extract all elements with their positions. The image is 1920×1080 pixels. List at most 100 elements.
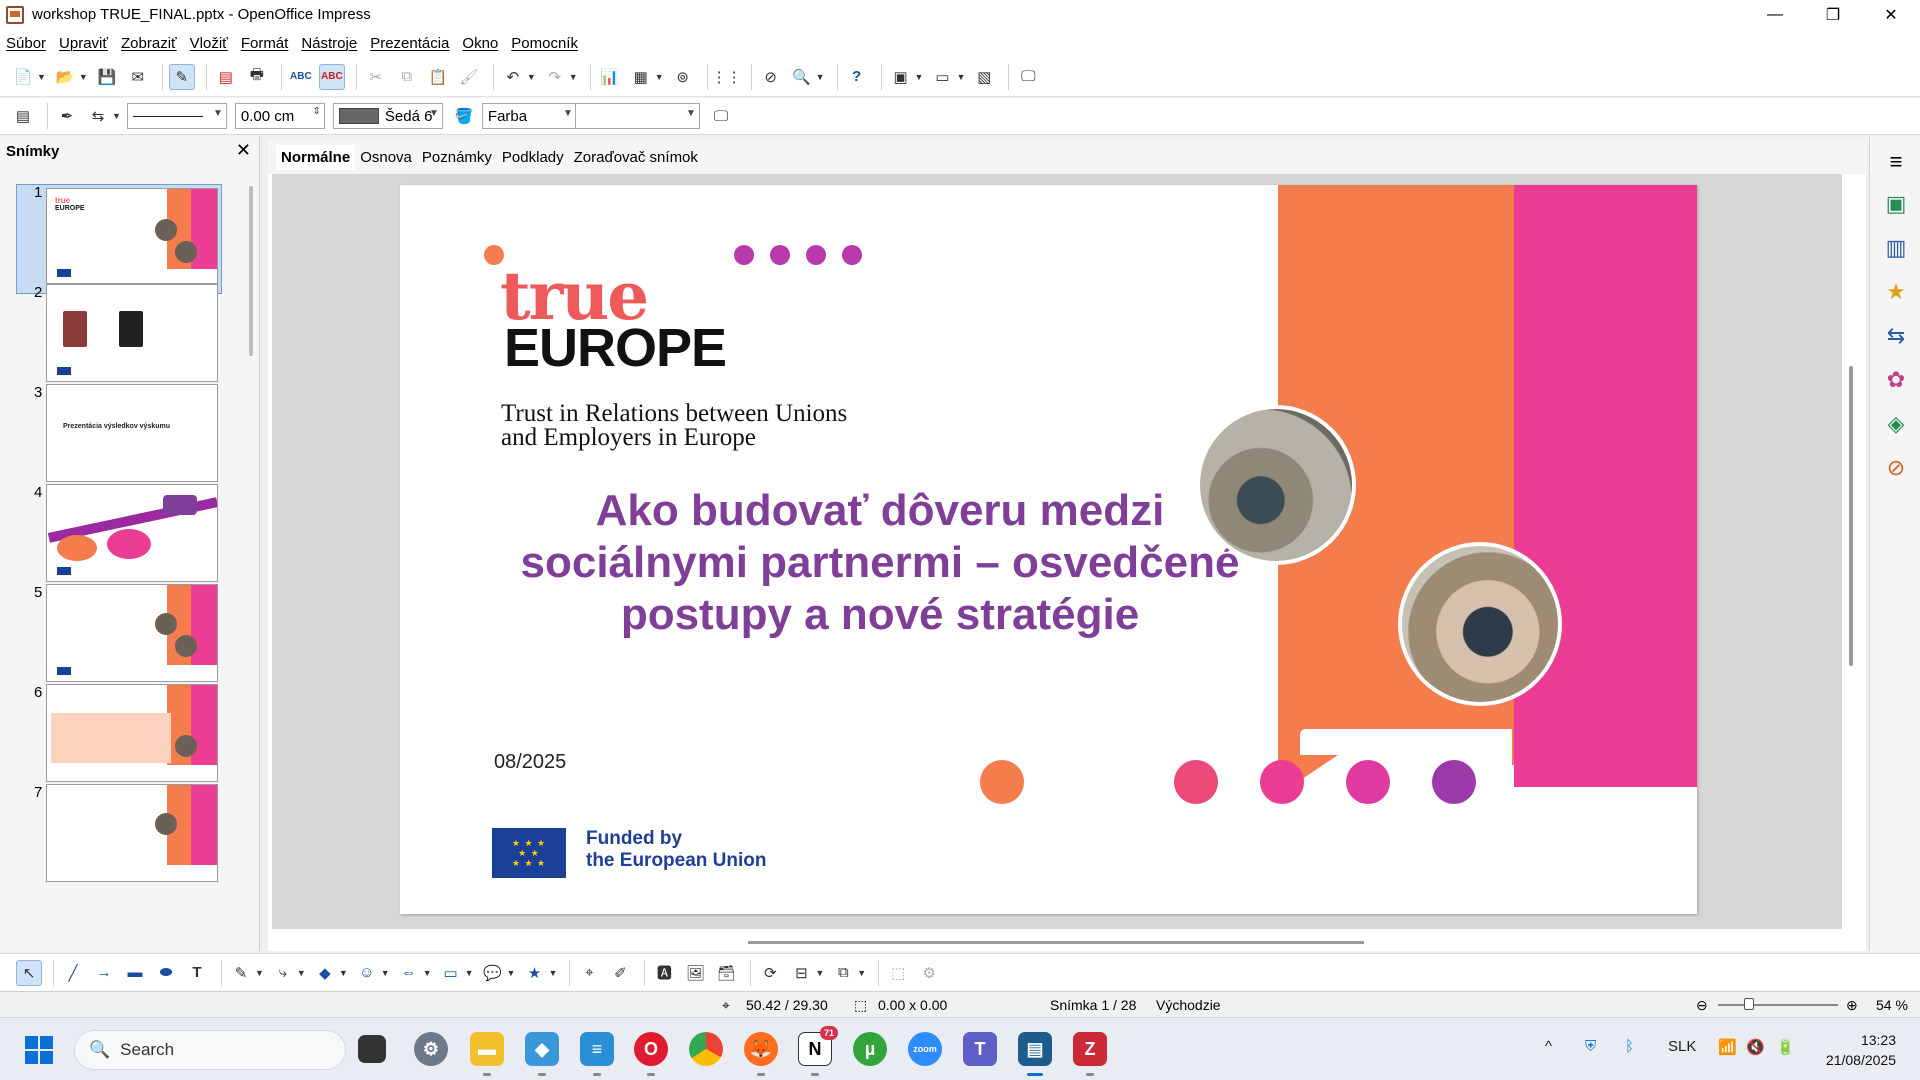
battery-icon[interactable]: 🔋	[1776, 1038, 1795, 1056]
flowchart-dropdown-icon[interactable]: ▼	[465, 968, 474, 978]
clone-format-icon[interactable]: 🖌	[456, 64, 482, 90]
utorrent-icon[interactable]: µ	[853, 1032, 887, 1066]
slides-scrollbar[interactable]	[249, 186, 253, 356]
menu-vlozit[interactable]: Vložiť	[190, 35, 228, 52]
teams-icon[interactable]: T	[963, 1032, 997, 1066]
zoom-out-icon[interactable]: ⊖	[1696, 997, 1708, 1014]
slideshow-icon[interactable]: 🖵	[1015, 64, 1041, 90]
points-icon[interactable]: ⌖	[576, 960, 602, 986]
properties-icon[interactable]: ▣	[1882, 190, 1910, 218]
meeting-photo[interactable]	[1398, 542, 1562, 706]
open-dropdown-icon[interactable]: ▼	[79, 72, 88, 82]
new-document-icon[interactable]: 📄	[10, 64, 36, 90]
copy-icon[interactable]: ⧉	[394, 64, 420, 90]
slide-thumbnail[interactable]	[46, 784, 218, 882]
basic-shapes-icon[interactable]: ◆	[312, 960, 338, 986]
slide-thumbnail[interactable]: true EUROPE	[46, 188, 218, 284]
rectangle-tool-icon[interactable]: ▬	[122, 960, 148, 986]
curve-tool-icon[interactable]: ✎	[228, 960, 254, 986]
tab-handout[interactable]: Podklady	[497, 145, 569, 170]
block-arrows-icon[interactable]: ⇔	[396, 960, 422, 986]
autospellcheck-icon[interactable]: ABC	[318, 63, 345, 90]
slide-thumbnail[interactable]	[46, 484, 218, 582]
fill-value-select[interactable]: ▼	[574, 103, 700, 129]
fontwork-icon[interactable]: ⊚	[670, 64, 696, 90]
stars-dropdown-icon[interactable]: ▼	[548, 968, 557, 978]
ellipse-tool-icon[interactable]: ⬬	[153, 960, 179, 986]
stars-icon[interactable]: ★	[521, 960, 547, 986]
arrange-dropdown-icon[interactable]: ▼	[857, 968, 866, 978]
new-dropdown-icon[interactable]: ▼	[37, 72, 46, 82]
export-pdf-icon[interactable]: ▤	[213, 64, 239, 90]
connector-tool-icon[interactable]: ⤷	[270, 960, 296, 986]
shadow-icon[interactable]: 🖵	[708, 103, 734, 129]
extrusion-icon[interactable]: ⬚	[885, 960, 911, 986]
align-icon[interactable]: ⊟	[788, 960, 814, 986]
handshake-photo[interactable]	[1196, 405, 1356, 565]
slide-date[interactable]: 08/2025	[494, 751, 566, 774]
callouts-icon[interactable]: 💬	[480, 960, 506, 986]
zoom-level[interactable]: 54 %	[1876, 997, 1908, 1013]
styles-icon[interactable]: ✿	[1882, 366, 1910, 394]
vertical-scrollbar[interactable]	[1849, 366, 1853, 666]
spinner-icon[interactable]: ⇕	[313, 106, 321, 117]
area-style-icon[interactable]: 🪣	[451, 103, 477, 129]
settings-icon[interactable]: ⚙	[414, 1032, 448, 1066]
taskbar-search[interactable]: 🔍 Search	[74, 1030, 346, 1070]
fontwork-gallery-icon[interactable]: 🅰	[651, 960, 677, 986]
bluetooth-icon[interactable]: ᛒ	[1625, 1038, 1634, 1055]
cut-icon[interactable]: ✂	[363, 64, 389, 90]
language-indicator[interactable]: SLK	[1668, 1038, 1696, 1055]
close-pane-icon[interactable]: ✕	[236, 140, 251, 161]
gallery-icon[interactable]: ◈	[1882, 410, 1910, 438]
app-icon[interactable]: ◆	[525, 1032, 559, 1066]
menu-subor[interactable]: Súbor	[6, 35, 46, 52]
arrow-dropdown-icon[interactable]: ▼	[112, 111, 121, 121]
chart-icon[interactable]: 📊	[597, 64, 623, 90]
menu-okno[interactable]: Okno	[462, 35, 498, 52]
arrow-style-icon[interactable]: ⇆	[85, 103, 111, 129]
menu-prezentacia[interactable]: Prezentácia	[370, 35, 449, 52]
horizontal-scrollbar[interactable]	[748, 941, 1364, 944]
symbol-shapes-icon[interactable]: ☺	[354, 960, 380, 986]
zoom-slider-handle[interactable]	[1744, 998, 1754, 1010]
clock[interactable]: 13:23 21/08/2025	[1826, 1030, 1896, 1070]
rotate-icon[interactable]: ⟳	[757, 960, 783, 986]
email-icon[interactable]: ✉	[125, 64, 151, 90]
arrows-dropdown-icon[interactable]: ▼	[423, 968, 432, 978]
show-hidden-icons[interactable]: ^	[1545, 1038, 1552, 1055]
tab-slide-sorter[interactable]: Zoraďovač snímok	[569, 145, 703, 170]
edit-mode-icon[interactable]: ✎	[168, 63, 195, 90]
wifi-icon[interactable]: 📶	[1718, 1038, 1737, 1056]
slide-thumbnail[interactable]	[46, 284, 218, 382]
help-icon[interactable]: ?	[844, 64, 870, 90]
flowchart-icon[interactable]: ▭	[438, 960, 464, 986]
line-icon[interactable]: ✒	[54, 103, 80, 129]
slide-title[interactable]: Ako budovať dôveru medzi sociálnymi part…	[500, 485, 1260, 641]
volume-muted-icon[interactable]: 🔇	[1746, 1038, 1765, 1056]
menu-format[interactable]: Formát	[241, 35, 289, 52]
minimize-button[interactable]: —	[1746, 0, 1804, 29]
fill-type-select[interactable]: Farba ▼	[481, 103, 577, 129]
gallery-insert-icon[interactable]: 🗃	[713, 960, 739, 986]
openoffice-icon[interactable]: ▤	[1018, 1032, 1052, 1066]
connector-dropdown-icon[interactable]: ▼	[297, 968, 306, 978]
save-icon[interactable]: 💾	[94, 64, 120, 90]
tab-normal[interactable]: Normálne	[276, 144, 356, 170]
new-slide-icon[interactable]: ▣	[888, 64, 914, 90]
layout-dropdown-icon[interactable]: ▼	[956, 72, 965, 82]
task-view-icon[interactable]	[358, 1035, 386, 1063]
redo-icon[interactable]: ↷	[542, 64, 568, 90]
glue-points-icon[interactable]: ✐	[607, 960, 633, 986]
line-width-field[interactable]: 0.00 cm ⇕	[234, 103, 325, 129]
navigator-icon[interactable]: ⊘	[758, 64, 784, 90]
interaction-icon[interactable]: ⚙	[916, 960, 942, 986]
slide-thumbnail[interactable]	[46, 584, 218, 682]
sidebar-menu-icon[interactable]: ≡	[1882, 148, 1910, 176]
slide-thumbnail[interactable]	[46, 684, 218, 782]
undo-dropdown-icon[interactable]: ▼	[527, 72, 536, 82]
master-pages-icon[interactable]: ▥	[1882, 234, 1910, 262]
line-tool-icon[interactable]: ╱	[60, 960, 86, 986]
opera-icon[interactable]: O	[634, 1032, 668, 1066]
paste-icon[interactable]: 📋	[425, 64, 451, 90]
